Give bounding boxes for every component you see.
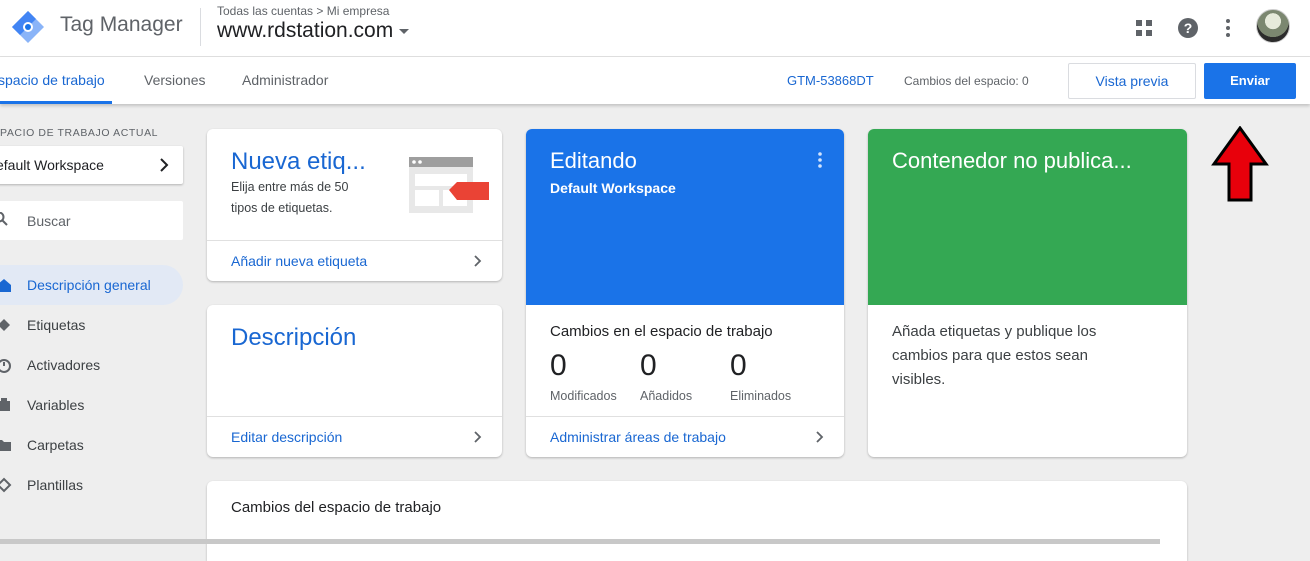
manage-workspaces-link[interactable]: Administrar áreas de trabajo (550, 429, 726, 445)
active-tab-indicator (0, 101, 112, 104)
apps-icon[interactable] (1130, 14, 1158, 42)
container-status-line3: visibles. (892, 371, 946, 388)
editing-title: Editando (550, 148, 637, 173)
card-divider (526, 416, 844, 417)
description-title: Descripción (231, 324, 357, 351)
editing-workspace-name: Default Workspace (550, 180, 676, 196)
tag-illustration-icon (409, 157, 489, 213)
added-count: 0 (640, 349, 657, 382)
sidebar-item-label: Carpetas (27, 437, 84, 453)
added-label: Añadidos (640, 389, 693, 403)
dropdown-caret-icon (399, 28, 410, 34)
tab-versions[interactable]: Versiones (144, 72, 205, 88)
variables-icon (0, 398, 10, 411)
container-id-link[interactable]: GTM-53868DT (787, 73, 874, 88)
sidebar-item-label: Plantillas (27, 477, 84, 493)
workspace-selector[interactable]: efault Workspace (0, 146, 183, 184)
overview-icon (0, 279, 11, 292)
tab-admin[interactable]: Administrador (242, 72, 328, 88)
container-status-line2: cambios para que estos sean (892, 347, 1088, 364)
avatar[interactable] (1256, 9, 1290, 43)
workspace-changes-count: Cambios del espacio: 0 (904, 74, 1029, 88)
header-divider (200, 8, 201, 46)
deleted-label: Eliminados (730, 389, 792, 403)
more-vert-icon[interactable] (814, 151, 826, 169)
card-divider (207, 416, 502, 417)
sidebar-item-folders[interactable]: Carpetas (0, 425, 183, 465)
help-icon[interactable]: ? (1174, 14, 1202, 42)
search-icon (0, 212, 8, 226)
submit-button[interactable]: Enviar (1204, 63, 1296, 99)
container-status-line1: Añada etiquetas y publique los (892, 323, 1097, 340)
preview-button[interactable]: Vista previa (1068, 63, 1196, 99)
workspace-changes-title: Cambios en el espacio de trabajo (550, 323, 773, 340)
breadcrumb-container-group[interactable]: Mi empresa (327, 4, 390, 18)
breadcrumb-separator: > (316, 4, 324, 18)
container-selector[interactable]: www.rdstation.com (217, 19, 410, 43)
chevron-right-icon (474, 255, 482, 267)
search-input[interactable]: Buscar (0, 201, 183, 240)
trigger-icon (0, 359, 11, 373)
tag-manager-logo-icon (12, 11, 44, 43)
svg-text:?: ? (1184, 20, 1193, 36)
deleted-count: 0 (730, 349, 747, 382)
new-tag-title[interactable]: Nueva etiq... (231, 148, 366, 176)
sidebar-item-triggers[interactable]: Activadores (0, 345, 183, 385)
more-vert-icon[interactable] (1214, 14, 1242, 42)
search-placeholder: Buscar (27, 213, 71, 229)
sidebar-item-tags[interactable]: Etiquetas (0, 305, 183, 345)
container-status-card: Contenedor no publica... Añada etiquetas… (868, 129, 1187, 457)
container-name: www.rdstation.com (217, 19, 394, 42)
container-status-title: Contenedor no publica... (892, 148, 1132, 173)
sidebar-item-variables[interactable]: Variables (0, 385, 183, 425)
app-title: Tag Manager (60, 13, 183, 36)
chevron-right-icon (160, 158, 169, 172)
horizontal-scrollbar[interactable] (0, 539, 1160, 544)
top-app-bar: Tag Manager Todas las cuentas > Mi empre… (0, 0, 1310, 57)
sidebar-item-overview[interactable]: Descripción general (0, 265, 183, 305)
new-tag-description-line2: tipos de etiquetas. (231, 201, 333, 215)
card-divider (207, 240, 502, 241)
sidebar-item-label: Variables (27, 397, 85, 413)
edit-description-link[interactable]: Editar descripción (231, 429, 342, 445)
sidebar-item-label: Activadores (27, 357, 101, 373)
chevron-right-icon (474, 431, 482, 443)
breadcrumb-account[interactable]: Todas las cuentas (217, 4, 313, 18)
folder-icon (0, 440, 11, 451)
current-workspace-label: PACIO DE TRABAJO ACTUAL (0, 127, 159, 139)
sidebar-item-label: Descripción general (27, 277, 151, 293)
modified-count: 0 (550, 349, 567, 382)
template-icon (0, 477, 12, 493)
workspace-changes-card-title: Cambios del espacio de trabajo (231, 499, 442, 516)
up-arrow-annotation-icon (1211, 126, 1269, 202)
chevron-right-icon (816, 431, 824, 443)
modified-label: Modificados (550, 389, 617, 403)
add-new-tag-link[interactable]: Añadir nueva etiqueta (231, 253, 367, 269)
workspace-name: efault Workspace (0, 157, 104, 173)
breadcrumb[interactable]: Todas las cuentas > Mi empresa (217, 4, 389, 18)
new-tag-card[interactable]: Nueva etiq... Elija entre más de 50 tipo… (207, 129, 502, 281)
sidebar-item-templates[interactable]: Plantillas (0, 465, 183, 505)
workspace-toolbar: spacio de trabajo Versiones Administrado… (0, 57, 1310, 104)
tab-workspace[interactable]: spacio de trabajo (0, 72, 105, 88)
workspace-changes-card: Cambios del espacio de trabajo (207, 481, 1187, 561)
new-tag-description-line1: Elija entre más de 50 (231, 180, 349, 194)
description-card: Descripción Editar descripción (207, 305, 502, 457)
sidebar-item-label: Etiquetas (27, 317, 86, 333)
editing-card: Editando Default Workspace Cambios en el… (526, 129, 844, 457)
tag-icon (0, 319, 10, 331)
